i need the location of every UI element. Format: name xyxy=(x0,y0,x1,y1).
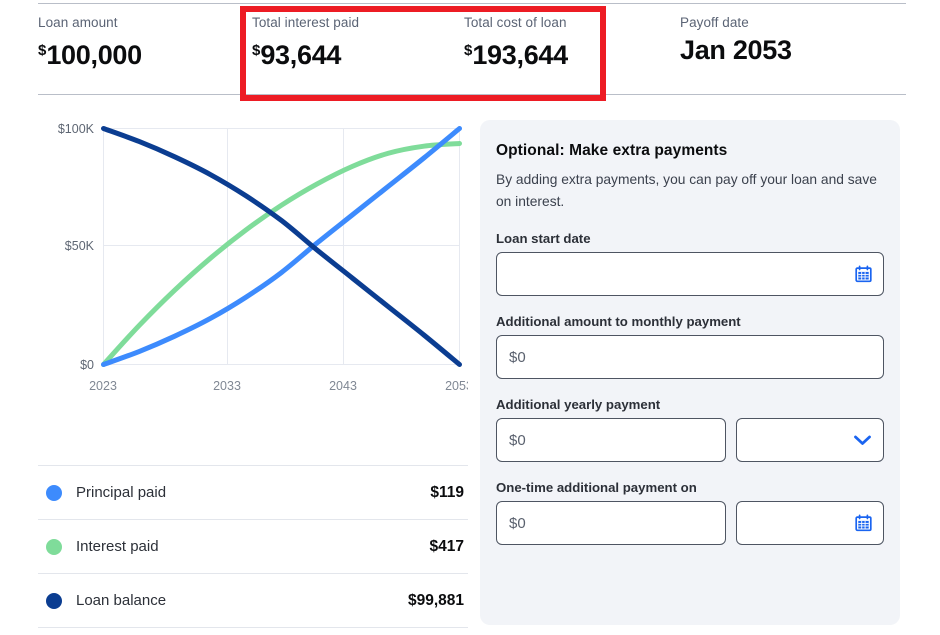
series-interest-paid xyxy=(101,141,462,367)
legend-color-dot-interest xyxy=(46,538,62,555)
svg-text:$100K: $100K xyxy=(58,122,95,136)
legend-label-principal: Principal paid xyxy=(76,484,167,501)
chevron-down-icon[interactable] xyxy=(853,434,872,446)
extra-payments-panel: Optional: Make extra payments By adding … xyxy=(480,120,900,625)
svg-text:$0: $0 xyxy=(80,358,94,372)
legend-color-dot-principal xyxy=(46,484,62,501)
svg-text:2033: 2033 xyxy=(213,379,241,393)
legend-item-principal-paid[interactable]: Principal paid $119 xyxy=(38,466,468,519)
stat-total-interest-paid-value: $93,644 xyxy=(252,34,464,72)
stat-loan-amount-value: $100,000 xyxy=(38,34,252,72)
stat-loan-amount: Loan amount $100,000 xyxy=(38,14,252,72)
legend-divider xyxy=(38,627,468,628)
stat-total-cost-of-loan-number: 193,644 xyxy=(472,40,568,70)
panel-description: By adding extra payments, you can pay of… xyxy=(496,172,877,209)
panel-title: Optional: Make extra payments xyxy=(496,142,728,159)
legend-value-interest: $417 xyxy=(429,537,464,555)
additional-yearly-row: $0 xyxy=(496,418,884,462)
svg-text:2043: 2043 xyxy=(329,379,357,393)
legend-label-balance: Loan balance xyxy=(76,592,167,609)
one-time-amount-value: $0 xyxy=(509,514,526,532)
stat-total-cost-of-loan: Total cost of loan $193,644 xyxy=(464,14,680,72)
field-additional-monthly-label: Additional amount to monthly payment xyxy=(496,314,741,329)
svg-text:2023: 2023 xyxy=(89,379,117,393)
stat-loan-amount-label: Loan amount xyxy=(38,15,118,30)
chart-legend: Principal paid $119 Interest paid $417 L… xyxy=(38,465,468,628)
stat-total-cost-of-loan-value: $193,644 xyxy=(464,34,680,72)
svg-text:2053: 2053 xyxy=(445,379,468,393)
legend-item-interest-paid[interactable]: Interest paid $417 xyxy=(38,520,468,573)
stat-payoff-date: Payoff date Jan 2053 xyxy=(680,14,896,67)
additional-yearly-amount-value: $0 xyxy=(509,431,526,449)
field-additional-yearly-label: Additional yearly payment xyxy=(496,397,661,412)
field-loan-start-date-label: Loan start date xyxy=(496,231,591,246)
legend-value-balance: $99,881 xyxy=(407,591,464,609)
legend-label-interest: Interest paid xyxy=(76,538,159,555)
legend-value-principal: $119 xyxy=(430,483,464,501)
summary-bottom-divider xyxy=(38,94,906,95)
chart-gridlines xyxy=(103,128,460,365)
stat-loan-amount-number: 100,000 xyxy=(46,40,142,70)
additional-monthly-input[interactable]: $0 xyxy=(496,335,884,379)
one-time-date-input[interactable] xyxy=(736,501,884,545)
legend-item-loan-balance[interactable]: Loan balance $99,881 xyxy=(38,574,468,627)
field-one-time-payment: One-time additional payment on $0 xyxy=(496,480,884,545)
stat-payoff-date-label: Payoff date xyxy=(680,15,749,30)
stat-total-interest-paid-label: Total interest paid xyxy=(252,15,360,30)
calendar-icon[interactable] xyxy=(855,265,872,283)
series-loan-balance xyxy=(101,126,462,367)
additional-yearly-month-select[interactable] xyxy=(736,418,884,462)
summary-top-divider xyxy=(38,3,906,4)
one-time-payment-row: $0 xyxy=(496,501,884,545)
loan-calculator-screen: Loan amount $100,000 Total interest paid… xyxy=(0,0,940,635)
additional-yearly-amount-input[interactable]: $0 xyxy=(496,418,726,462)
svg-text:$50K: $50K xyxy=(65,239,95,253)
loan-summary-strip: Loan amount $100,000 Total interest paid… xyxy=(0,0,940,101)
stat-total-interest-paid: Total interest paid $93,644 xyxy=(252,14,464,72)
series-principal-paid xyxy=(101,126,462,367)
loan-start-date-input[interactable] xyxy=(496,252,884,296)
field-additional-monthly: Additional amount to monthly payment $0 xyxy=(496,314,884,379)
field-loan-start-date: Loan start date xyxy=(496,231,884,296)
amortization-chart-svg: $100K $50K $0 2023 2033 2043 2053 xyxy=(58,122,468,393)
chart-y-axis-labels: $100K $50K $0 xyxy=(58,122,95,372)
summary-stats-row: Loan amount $100,000 Total interest paid… xyxy=(38,14,918,86)
stat-total-cost-of-loan-label: Total cost of loan xyxy=(464,15,567,30)
field-additional-yearly: Additional yearly payment $0 xyxy=(496,397,884,462)
amortization-chart: $100K $50K $0 2023 2033 2043 2053 xyxy=(38,112,468,412)
stat-payoff-date-value: Jan 2053 xyxy=(680,35,792,65)
field-one-time-payment-label: One-time additional payment on xyxy=(496,480,697,495)
calendar-icon[interactable] xyxy=(855,514,872,532)
legend-color-dot-balance xyxy=(46,592,62,609)
one-time-amount-input[interactable]: $0 xyxy=(496,501,726,545)
additional-monthly-value: $0 xyxy=(509,348,526,366)
chart-x-axis-labels: 2023 2033 2043 2053 xyxy=(89,379,468,393)
stat-total-interest-paid-number: 93,644 xyxy=(260,40,342,70)
